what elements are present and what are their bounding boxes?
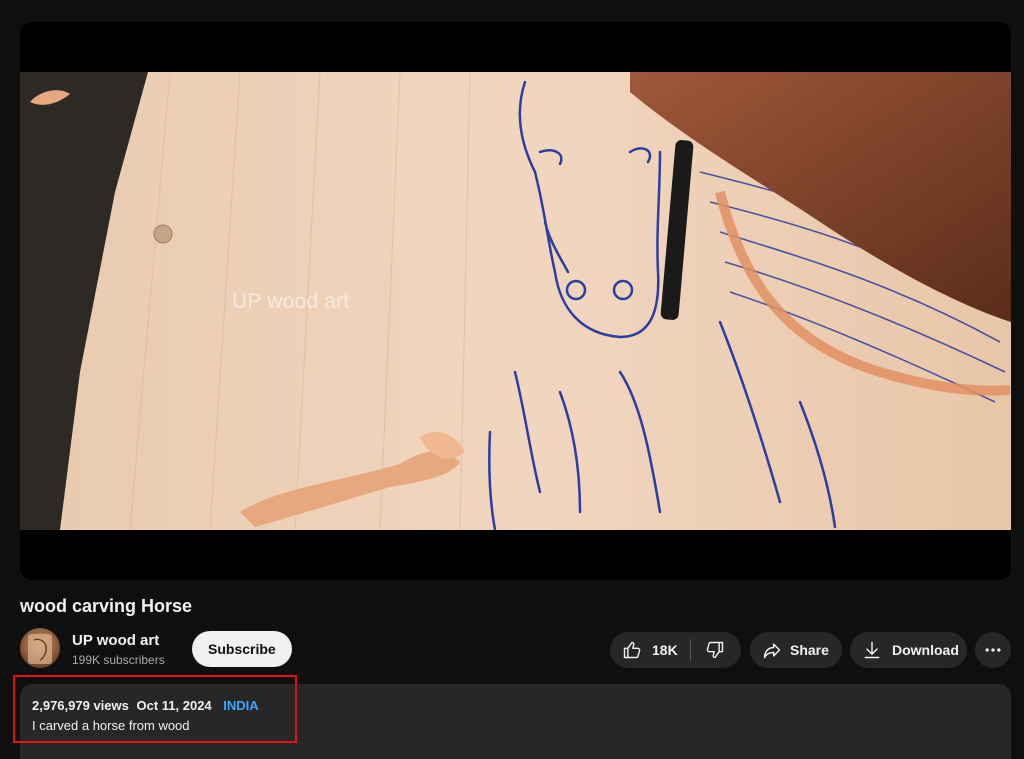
video-player[interactable]: UP wood art [20,22,1011,580]
like-count: 18K [652,642,678,658]
download-button[interactable]: Download [850,632,967,668]
subscriber-count: 199K subscribers [72,653,165,667]
share-button[interactable]: Share [750,632,842,668]
like-button[interactable]: 18K [610,632,690,668]
more-horizontal-icon [985,648,1001,652]
subscribe-button[interactable]: Subscribe [192,631,292,667]
video-watch-page: UP wood art wood carving Horse UP wood a… [0,0,1024,759]
dislike-button[interactable] [691,632,739,668]
thumbs-up-icon [623,641,641,659]
download-label: Download [892,642,959,658]
like-dislike-group: 18K [610,632,741,668]
more-actions-button[interactable] [975,632,1011,668]
channel-avatar[interactable] [20,628,60,668]
avatar-image [28,634,52,664]
download-icon [864,641,880,659]
share-arrow-icon [763,643,781,659]
video-watermark: UP wood art [232,290,350,313]
video-frame-image [20,72,1011,530]
share-label: Share [790,642,829,658]
thumbs-down-icon [706,641,723,659]
video-title: wood carving Horse [20,596,193,616]
highlight-box [13,675,297,743]
channel-name[interactable]: UP wood art [72,632,159,649]
video-frame[interactable]: UP wood art [20,72,1011,530]
